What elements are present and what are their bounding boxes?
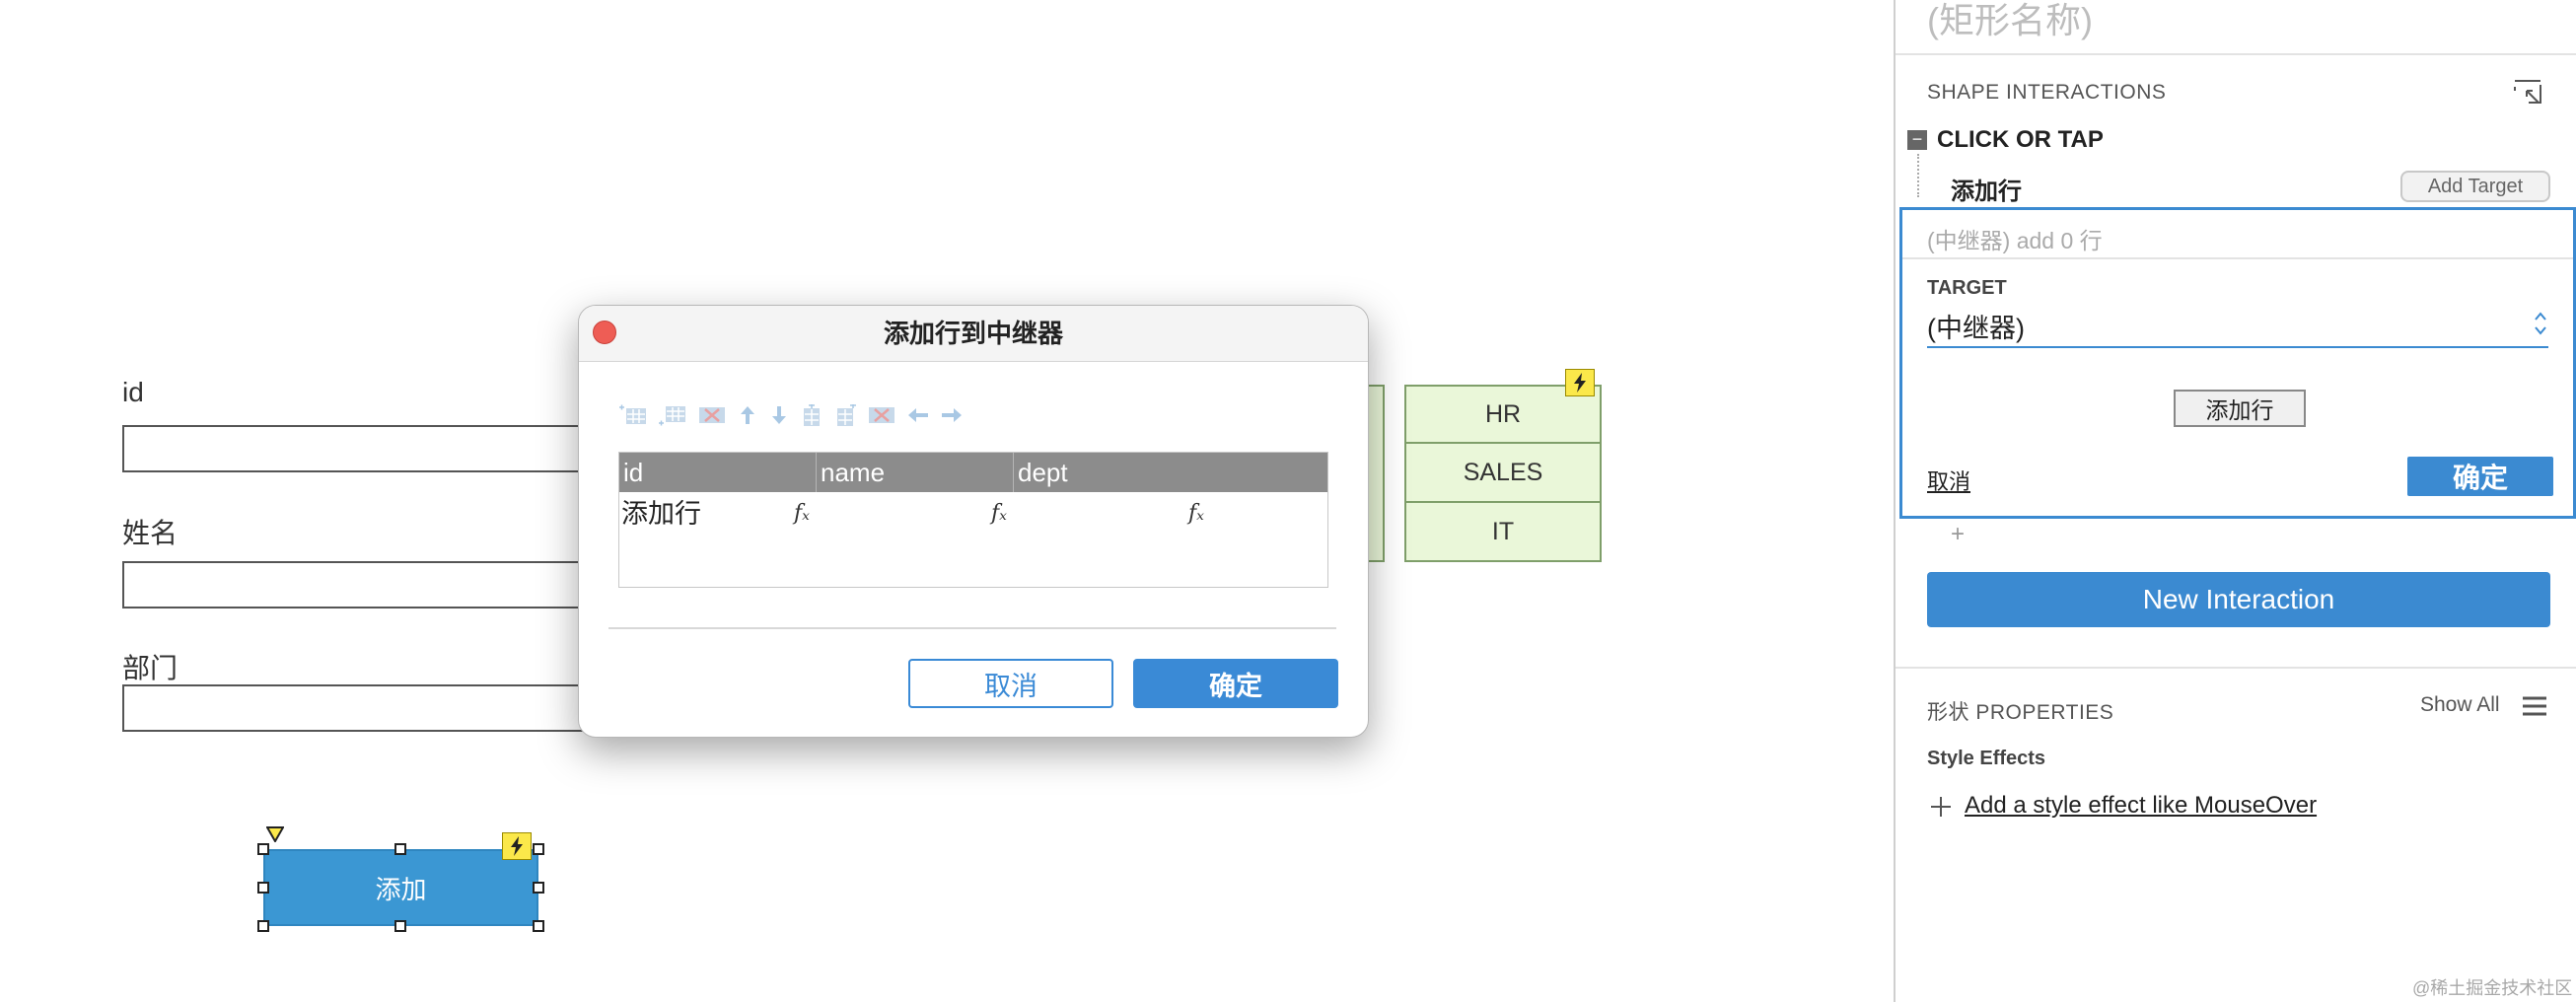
field-label-name: 姓名 <box>122 518 179 548</box>
move-down-icon[interactable] <box>768 404 790 426</box>
delete-row-icon[interactable] <box>697 404 727 426</box>
resize-handle-r[interactable] <box>533 882 544 894</box>
move-up-icon[interactable] <box>737 404 758 426</box>
action-add-rows[interactable]: 添加行 <box>1951 172 2022 206</box>
action-summary: (中继器) add 0 行 <box>1927 228 2103 253</box>
event-click-or-tap[interactable]: CLICK OR TAP <box>1937 126 2104 154</box>
insert-column-left-icon[interactable] <box>800 404 823 426</box>
insert-row-below-icon[interactable] <box>658 404 687 426</box>
resize-handle-br[interactable] <box>533 920 544 932</box>
add-action-plus-icon[interactable]: + <box>1951 521 1965 548</box>
dialog-cancel-button[interactable]: 取消 <box>908 659 1113 708</box>
section-title-properties: 形状 PROPERTIES <box>1927 701 2114 724</box>
divider <box>1896 53 2576 55</box>
divider <box>1896 667 2576 669</box>
watermark: @稀土掘金技术社区 <box>2412 978 2573 998</box>
insert-column-right-icon[interactable] <box>833 404 857 426</box>
action-cancel-link[interactable]: 取消 <box>1927 465 1970 496</box>
add-style-effect-link[interactable]: Add a style effect like MouseOver <box>1965 792 2317 820</box>
triangle-down-icon <box>265 826 285 844</box>
resize-handle-bl[interactable] <box>257 920 269 932</box>
rotate-handle[interactable] <box>265 826 285 847</box>
repeater-data-grid: id name dept 添加行 𝑓ₓ 𝑓ₓ 𝑓ₓ <box>618 452 1328 588</box>
resize-handle-l[interactable] <box>257 882 269 894</box>
lightning-icon <box>1574 373 1586 393</box>
target-select[interactable]: (中继器) <box>1927 307 2548 348</box>
add-rows-button[interactable]: 添加行 <box>2174 390 2306 427</box>
add-rows-dialog: 添加行到中继器 id name dept 添加行 𝑓ₓ 𝑓ₓ 𝑓ₓ 取消 确定 <box>578 305 1369 738</box>
repeater-interaction-badge[interactable] <box>1565 369 1595 396</box>
resize-handle-b[interactable] <box>394 920 406 932</box>
resize-handle-t[interactable] <box>394 843 406 855</box>
menu-icon[interactable] <box>2521 694 2548 723</box>
action-ok-button[interactable]: 确定 <box>2407 457 2553 496</box>
show-all-toggle[interactable]: Show All <box>2420 693 2500 717</box>
collapse-event-icon[interactable]: − <box>1907 130 1927 150</box>
section-title-interactions: SHAPE INTERACTIONS <box>1927 81 2167 104</box>
tree-connector <box>1917 154 1919 197</box>
divider <box>1902 257 2573 259</box>
cell-id[interactable]: 添加行 <box>619 492 787 536</box>
add-widget-button[interactable]: 添加 <box>263 849 538 926</box>
dialog-divider <box>608 627 1336 629</box>
style-effects-label: Style Effects <box>1927 748 2046 769</box>
organize-actions-icon[interactable] <box>2513 79 2544 111</box>
fx-icon[interactable]: 𝑓ₓ <box>792 492 831 536</box>
interactions-panel: (矩形名称) SHAPE INTERACTIONS − CLICK OR TAP… <box>1894 0 2576 1002</box>
resize-handle-tr[interactable] <box>533 843 544 855</box>
dialog-title: 添加行到中继器 <box>883 319 1063 348</box>
fx-icon[interactable]: 𝑓ₓ <box>1186 492 1226 536</box>
column-header-id[interactable]: id <box>619 453 817 492</box>
fx-icon[interactable]: 𝑓ₓ <box>989 492 1029 536</box>
move-left-icon[interactable] <box>906 404 930 426</box>
close-window-button[interactable] <box>593 321 616 344</box>
column-header-name[interactable]: name <box>817 453 1014 492</box>
add-target-button[interactable]: Add Target <box>2400 171 2550 202</box>
widget-interaction-badge[interactable] <box>502 832 532 860</box>
lightning-icon <box>511 836 523 856</box>
insert-row-above-icon[interactable] <box>618 404 648 426</box>
delete-column-icon[interactable] <box>867 404 896 426</box>
select-arrows-icon <box>2535 312 2546 335</box>
dialog-ok-button[interactable]: 确定 <box>1133 659 1338 708</box>
field-label-id: id <box>122 377 144 407</box>
field-label-dept: 部门 <box>122 653 179 683</box>
shape-name-field[interactable]: (矩形名称) <box>1927 0 2093 43</box>
grid-header: id name dept <box>619 453 1327 492</box>
move-right-icon[interactable] <box>940 404 964 426</box>
target-select-value: (中继器) <box>1927 314 2025 343</box>
grid-toolbar <box>618 404 1033 430</box>
repeater-row-it[interactable]: IT <box>1404 503 1602 562</box>
repeater-row-sales[interactable]: SALES <box>1404 444 1602 503</box>
new-interaction-button[interactable]: New Interaction <box>1927 572 2550 627</box>
column-header-dept[interactable]: dept <box>1014 453 1327 492</box>
add-effect-plus-icon[interactable] <box>1929 795 1953 823</box>
action-editor: (中继器) add 0 行 TARGET (中继器) 添加行 取消 确定 <box>1899 207 2576 519</box>
target-label: TARGET <box>1927 277 2007 299</box>
